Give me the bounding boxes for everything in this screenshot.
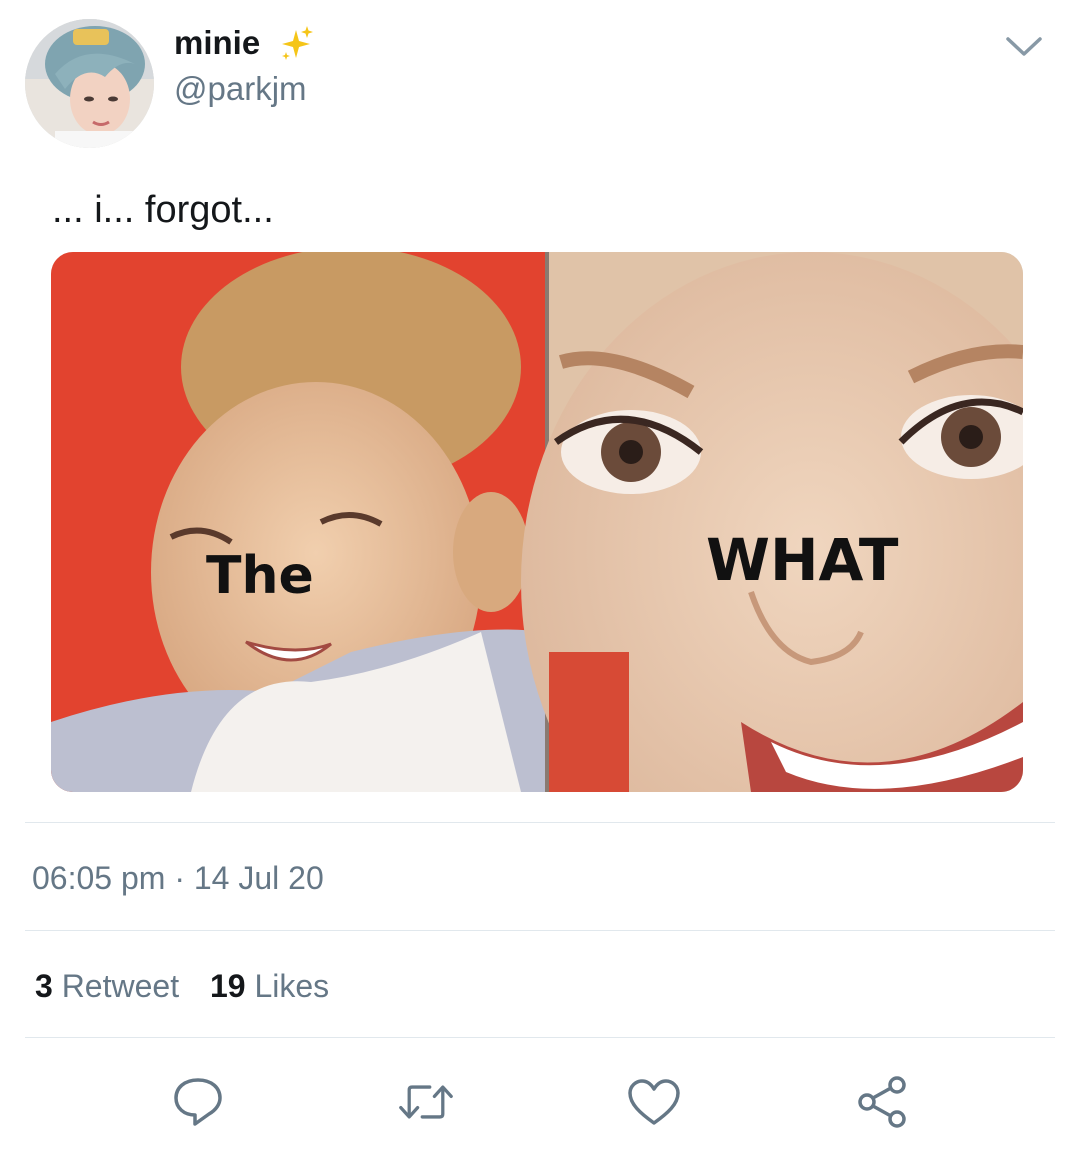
share-icon xyxy=(858,1076,906,1128)
display-name[interactable]: minie xyxy=(174,24,260,62)
retweet-icon xyxy=(399,1085,453,1119)
reply-button[interactable] xyxy=(170,1074,226,1130)
likes-label: Likes xyxy=(254,968,330,1004)
divider xyxy=(25,1037,1055,1038)
like-button[interactable] xyxy=(626,1074,682,1130)
tweet-media[interactable]: The WHAT xyxy=(51,252,1023,792)
chevron-down-icon xyxy=(1006,37,1042,56)
likes-stat[interactable]: 19 Likes xyxy=(210,966,329,1006)
avatar[interactable] xyxy=(25,19,154,148)
reply-icon xyxy=(174,1078,222,1126)
divider xyxy=(25,822,1055,823)
handle[interactable]: @parkjm xyxy=(174,70,307,108)
heart-icon xyxy=(628,1079,680,1125)
retweets-stat[interactable]: 3 Retweet xyxy=(35,966,179,1006)
more-options-button[interactable] xyxy=(1002,30,1046,64)
share-button[interactable] xyxy=(855,1074,911,1130)
divider xyxy=(25,930,1055,931)
tweet-stats: 3 Retweet 19 Likes xyxy=(35,966,329,1006)
likes-count: 19 xyxy=(209,968,246,1004)
meme-caption-left: The xyxy=(206,546,314,606)
tweet-text: ... i... forgot... xyxy=(52,189,274,231)
avatar-image xyxy=(25,19,154,148)
sparkles-icon xyxy=(282,26,313,60)
retweets-label: Retweet xyxy=(61,968,180,1004)
meme-caption-right: WHAT xyxy=(706,526,899,594)
tweet-timestamp[interactable]: 06:05 pm · 14 Jul 20 xyxy=(32,858,324,898)
retweets-count: 3 xyxy=(35,968,53,1004)
retweet-button[interactable] xyxy=(398,1074,454,1130)
meme-image xyxy=(51,252,1023,792)
